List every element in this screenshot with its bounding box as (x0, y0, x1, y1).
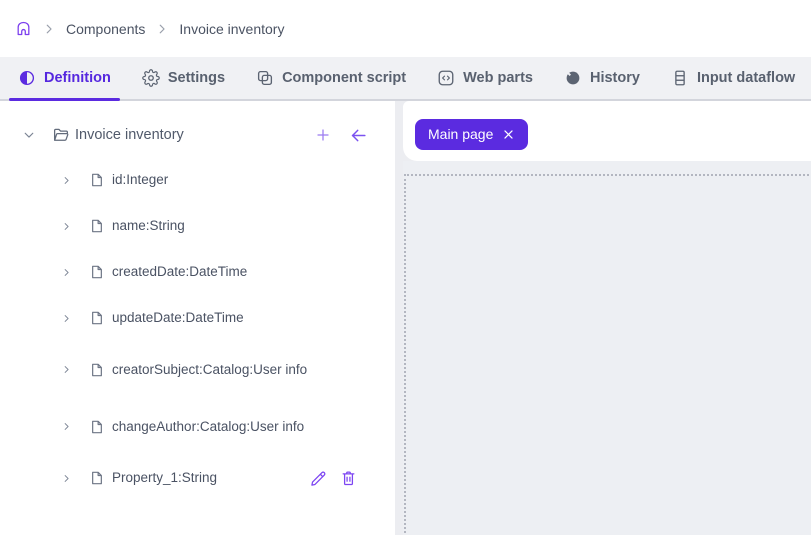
tab-label: Input dataflow (697, 70, 795, 86)
file-icon (89, 264, 105, 280)
add-property-button[interactable] (315, 127, 331, 143)
breadcrumb: Components Invoice inventory (0, 0, 811, 57)
row-actions (310, 470, 357, 487)
trash-icon (340, 470, 357, 487)
gear-icon (142, 69, 160, 87)
folder-icon (52, 126, 70, 144)
tab-label: History (590, 70, 640, 86)
tab-label: Settings (168, 70, 225, 86)
tab-label: Web parts (463, 70, 533, 86)
chevron-right-icon[interactable] (61, 175, 72, 186)
chip-label: Main page (428, 126, 493, 142)
tree-item-createdDate[interactable]: createdDate:DateTime (0, 249, 395, 295)
chevron-right-icon[interactable] (61, 473, 72, 484)
collapse-panel-button[interactable] (349, 126, 368, 145)
tab-label: Definition (44, 70, 111, 86)
tree-item-label: createdDate:DateTime (112, 262, 247, 282)
tab-history[interactable]: History (564, 57, 640, 99)
overlapping-squares-icon (256, 69, 274, 87)
home-icon[interactable] (15, 20, 32, 37)
file-icon (89, 419, 105, 435)
main-page-chip[interactable]: Main page (415, 119, 528, 150)
chevron-right-icon (42, 22, 56, 36)
tree-item-label: updateDate:DateTime (112, 308, 244, 328)
tree-root-row[interactable]: Invoice inventory (0, 115, 395, 155)
tree-item-name[interactable]: name:String (0, 203, 395, 249)
canvas-area (403, 161, 811, 535)
pencil-icon (310, 470, 327, 487)
stacked-rows-icon (671, 69, 689, 87)
edit-property-button[interactable] (310, 470, 327, 487)
definition-tree-panel: Invoice inventory id:Integer name:String (0, 101, 395, 535)
file-icon (89, 310, 105, 326)
app-window: Components Invoice inventory Definition … (0, 0, 811, 535)
tab-component-script[interactable]: Component script (256, 57, 406, 99)
close-icon[interactable] (502, 128, 515, 141)
breadcrumb-components[interactable]: Components (66, 21, 145, 37)
history-icon (564, 69, 582, 87)
tree-item-creatorSubject[interactable]: creatorSubject:Catalog:User info (0, 341, 395, 398)
tab-web-parts[interactable]: Web parts (437, 57, 533, 99)
page-designer-panel: Main page (403, 101, 811, 535)
tree-item-label: Property_1:String (112, 468, 217, 488)
tree-item-label: changeAuthor:Catalog:User info (112, 417, 312, 437)
tree-rows: id:Integer name:String createdDate:DateT… (0, 157, 395, 501)
file-icon (89, 218, 105, 234)
chevron-right-icon (155, 22, 169, 36)
file-icon (89, 470, 105, 486)
tab-input-dataflow[interactable]: Input dataflow (671, 57, 795, 99)
tab-bar: Definition Settings Component script Web… (0, 57, 811, 101)
file-icon (89, 362, 105, 378)
code-brackets-icon (437, 69, 455, 87)
tree-item-label: id:Integer (112, 170, 168, 190)
breadcrumb-invoice-inventory[interactable]: Invoice inventory (179, 21, 284, 37)
tree-item-id[interactable]: id:Integer (0, 157, 395, 203)
tab-label: Component script (282, 70, 406, 86)
chevron-right-icon[interactable] (61, 421, 72, 432)
tree-item-property-1[interactable]: Property_1:String (0, 455, 395, 501)
tree-item-updateDate[interactable]: updateDate:DateTime (0, 295, 395, 341)
contrast-icon (18, 69, 36, 87)
tree-item-changeAuthor[interactable]: changeAuthor:Catalog:User info (0, 398, 395, 455)
chevron-right-icon[interactable] (61, 267, 72, 278)
tree-root-label: Invoice inventory (75, 127, 184, 143)
tab-definition[interactable]: Definition (18, 57, 111, 99)
chevron-right-icon[interactable] (61, 364, 72, 375)
pages-toolbar: Main page (403, 101, 811, 161)
tab-settings[interactable]: Settings (142, 57, 225, 99)
chevron-right-icon[interactable] (61, 221, 72, 232)
chevron-right-icon[interactable] (61, 313, 72, 324)
page-dropzone[interactable] (404, 174, 811, 535)
delete-property-button[interactable] (340, 470, 357, 487)
file-icon (89, 172, 105, 188)
tree-item-label: creatorSubject:Catalog:User info (112, 360, 312, 380)
tree-item-label: name:String (112, 216, 185, 236)
chevron-down-icon[interactable] (22, 128, 36, 142)
content-area: Invoice inventory id:Integer name:String (0, 101, 811, 535)
